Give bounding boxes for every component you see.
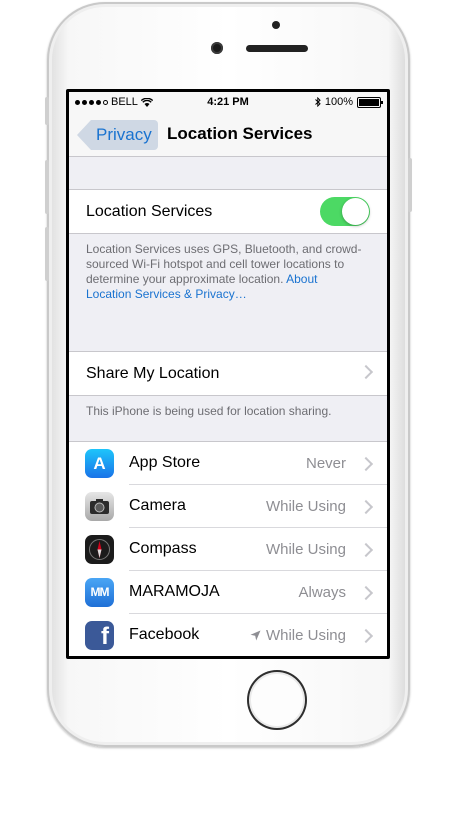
facebook-app-icon: f: [85, 621, 114, 650]
app-row-app-store[interactable]: A App Store Never: [69, 442, 387, 485]
compass-app-icon: [85, 535, 114, 564]
bluetooth-icon: [315, 97, 321, 107]
location-services-group: Location Services: [69, 189, 387, 234]
app-row-facebook[interactable]: f Facebook While Using: [69, 614, 387, 656]
app-permission: While Using: [265, 498, 346, 515]
camera-app-icon: [85, 492, 114, 521]
app-name: Facebook: [129, 626, 200, 643]
earpiece-speaker: [246, 45, 308, 52]
app-row-maramoja[interactable]: MM MARAMOJA Always: [69, 571, 387, 614]
toggle-knob: [342, 198, 369, 225]
share-my-location-label: Share My Location: [86, 364, 220, 382]
app-row-camera[interactable]: Camera While Using: [69, 485, 387, 528]
back-arrow-icon: [77, 120, 91, 150]
share-my-location-row[interactable]: Share My Location: [69, 352, 387, 395]
location-services-footer: Location Services uses GPS, Bluetooth, a…: [86, 242, 366, 302]
location-services-toggle[interactable]: [320, 197, 370, 226]
app-permission-with-arrow: While Using: [250, 627, 346, 644]
volume-down-button: [45, 227, 49, 281]
status-bar: BELL 4:21 PM 100%: [69, 92, 387, 112]
app-row-compass[interactable]: Compass While Using: [69, 528, 387, 571]
front-camera: [211, 42, 223, 54]
navigation-bar: Privacy Location Services: [69, 112, 387, 157]
mute-switch: [45, 97, 49, 125]
chevron-right-icon: [358, 628, 374, 644]
location-services-description: Location Services uses GPS, Bluetooth, a…: [86, 242, 362, 286]
screen: BELL 4:21 PM 100% Privacy Location Servi…: [66, 89, 390, 659]
app-permission: While Using: [265, 627, 346, 644]
back-button[interactable]: Privacy: [77, 120, 158, 150]
app-name: Camera: [129, 497, 186, 514]
share-location-footer: This iPhone is being used for location s…: [86, 404, 332, 418]
chevron-right-icon: [358, 542, 374, 558]
battery-icon: [357, 96, 383, 108]
home-button[interactable]: [247, 670, 307, 730]
app-name: Compass: [129, 540, 197, 557]
battery-percent: 100%: [324, 96, 353, 108]
location-services-row: Location Services: [69, 190, 387, 233]
chevron-right-icon: [358, 585, 374, 601]
location-services-label: Location Services: [86, 202, 213, 220]
apps-list: A App Store Never Camera While Using Com…: [69, 441, 387, 656]
maramoja-app-icon: MM: [85, 578, 114, 607]
location-arrow-icon: [250, 630, 261, 641]
app-permission: While Using: [265, 541, 346, 558]
chevron-right-icon: [358, 364, 374, 380]
power-button: [408, 158, 412, 212]
page-title: Location Services: [167, 124, 313, 143]
app-store-icon: A: [85, 449, 114, 478]
app-permission: Never: [305, 455, 346, 472]
app-name: App Store: [129, 454, 201, 471]
app-name: MARAMOJA: [129, 583, 220, 600]
battery-area: 100%: [315, 96, 383, 108]
app-permission: Always: [298, 584, 346, 601]
chevron-right-icon: [358, 499, 374, 515]
volume-up-button: [45, 160, 49, 214]
back-button-label: Privacy: [91, 120, 158, 150]
chevron-right-icon: [358, 456, 374, 472]
proximity-sensor: [272, 21, 280, 29]
share-location-group: Share My Location: [69, 351, 387, 396]
display: BELL 4:21 PM 100% Privacy Location Servi…: [69, 92, 387, 656]
